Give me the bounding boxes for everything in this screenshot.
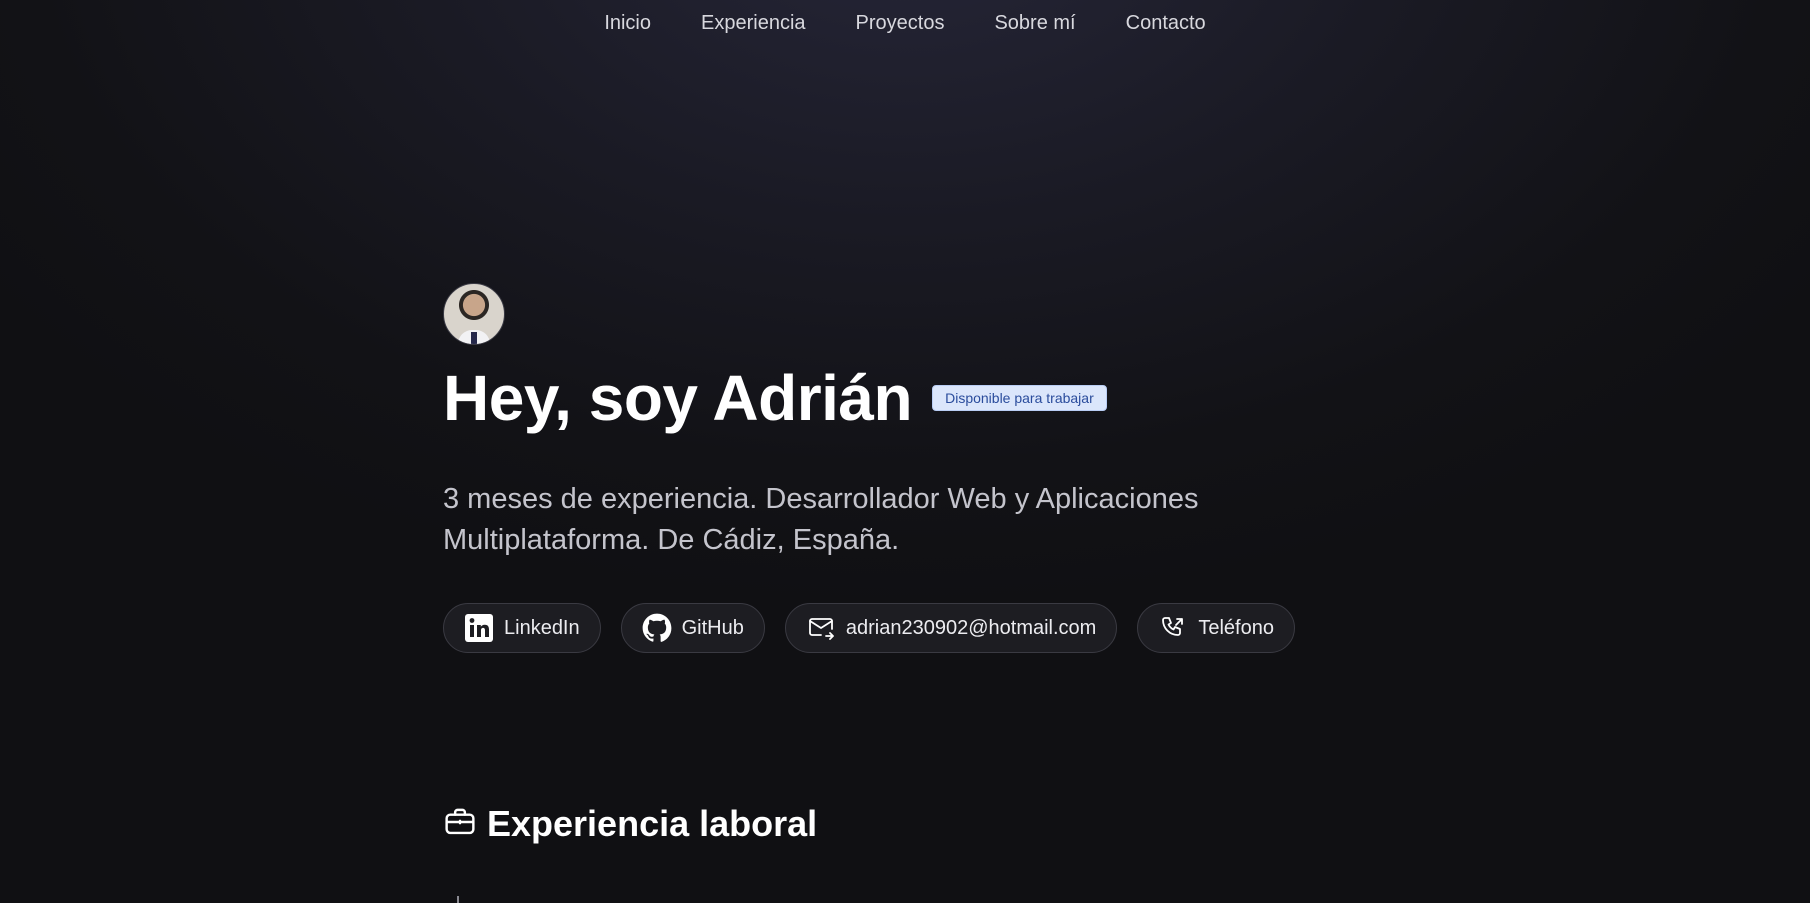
linkedin-icon	[464, 613, 494, 643]
mail-icon	[806, 613, 836, 643]
briefcase-icon	[443, 805, 477, 844]
linkedin-button[interactable]: LinkedIn	[443, 603, 601, 653]
phone-button[interactable]: Teléfono	[1137, 603, 1295, 653]
nav-item-proyectos[interactable]: Proyectos	[831, 12, 970, 35]
timeline-line	[457, 896, 459, 903]
nav-item-sobre-mi[interactable]: Sobre mí	[969, 12, 1100, 35]
github-icon	[642, 613, 672, 643]
hero-subtitle: 3 meses de experiencia. Desarrollador We…	[443, 483, 1199, 556]
availability-badge: Disponible para trabajar	[932, 385, 1107, 411]
phone-label: Teléfono	[1198, 616, 1274, 639]
experience-title: Experiencia laboral	[487, 803, 818, 844]
experience-section-title: Experiencia laboral	[443, 803, 817, 845]
avatar	[443, 283, 505, 345]
nav-item-contacto[interactable]: Contacto	[1101, 12, 1231, 35]
email-label: adrian230902@hotmail.com	[845, 616, 1097, 639]
avatar-tie	[471, 332, 477, 344]
linkedin-label: LinkedIn	[504, 616, 580, 639]
github-button[interactable]: GitHub	[620, 603, 765, 653]
contact-links: LinkedIn GitHub adrian230902@hotmail.com	[443, 603, 1403, 653]
hero-section: Hey, soy Adrián Disponible para trabajar…	[443, 283, 1403, 653]
page-title: Hey, soy Adrián	[443, 362, 913, 434]
phone-icon	[1158, 613, 1188, 643]
github-label: GitHub	[681, 616, 744, 639]
title-row: Hey, soy Adrián Disponible para trabajar	[443, 359, 1403, 437]
email-button[interactable]: adrian230902@hotmail.com	[784, 603, 1118, 653]
nav-item-experiencia[interactable]: Experiencia	[676, 12, 831, 35]
nav-item-inicio[interactable]: Inicio	[579, 12, 676, 35]
main-nav: Inicio Experiencia Proyectos Sobre mí Co…	[0, 0, 1810, 46]
